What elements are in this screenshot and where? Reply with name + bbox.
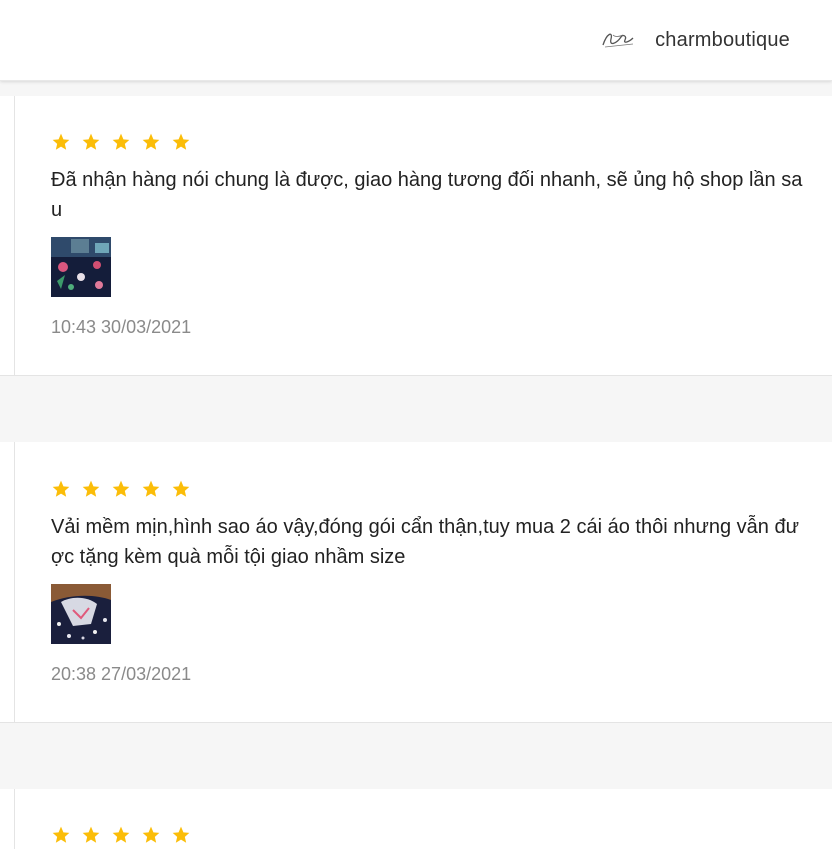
review-item [0,789,832,849]
rating-stars [51,479,191,499]
review-photo[interactable] [51,584,111,644]
star-icon [142,826,160,843]
review-timestamp: 20:38 27/03/2021 [51,664,192,684]
star-icon [82,133,100,150]
star-icon [82,826,100,843]
rating-stars [51,825,191,845]
top-bar: charmboutique [0,0,832,81]
divider [14,442,15,722]
star-icon [112,480,130,497]
star-icon [52,480,70,497]
review-item: Vải mềm mịn,hình sao áo vậy,đóng gói cẩn… [0,442,832,723]
star-icon [112,826,130,843]
star-icon [112,133,130,150]
signature-logo-icon [602,33,634,48]
rating-stars [51,132,191,152]
review-text: Đã nhận hàng nói chung là được, giao hàn… [51,169,803,221]
review-timestamp: 10:43 30/03/2021 [51,317,192,337]
star-icon [52,133,70,150]
review-photo[interactable] [51,237,111,297]
star-icon [82,480,100,497]
star-icon [142,133,160,150]
star-icon [142,480,160,497]
shop-name[interactable]: charmboutique [655,29,790,52]
divider [14,96,15,375]
star-icon [52,826,70,843]
star-icon [172,480,190,497]
star-icon [172,826,190,843]
star-icon [172,133,190,150]
review-item: Đã nhận hàng nói chung là được, giao hàn… [0,96,832,376]
review-text: Vải mềm mịn,hình sao áo vậy,đóng gói cẩn… [51,516,799,568]
product-photo-image [51,237,111,297]
divider [14,789,15,849]
shop-link[interactable]: charmboutique [599,22,790,58]
product-photo-image [51,584,111,644]
